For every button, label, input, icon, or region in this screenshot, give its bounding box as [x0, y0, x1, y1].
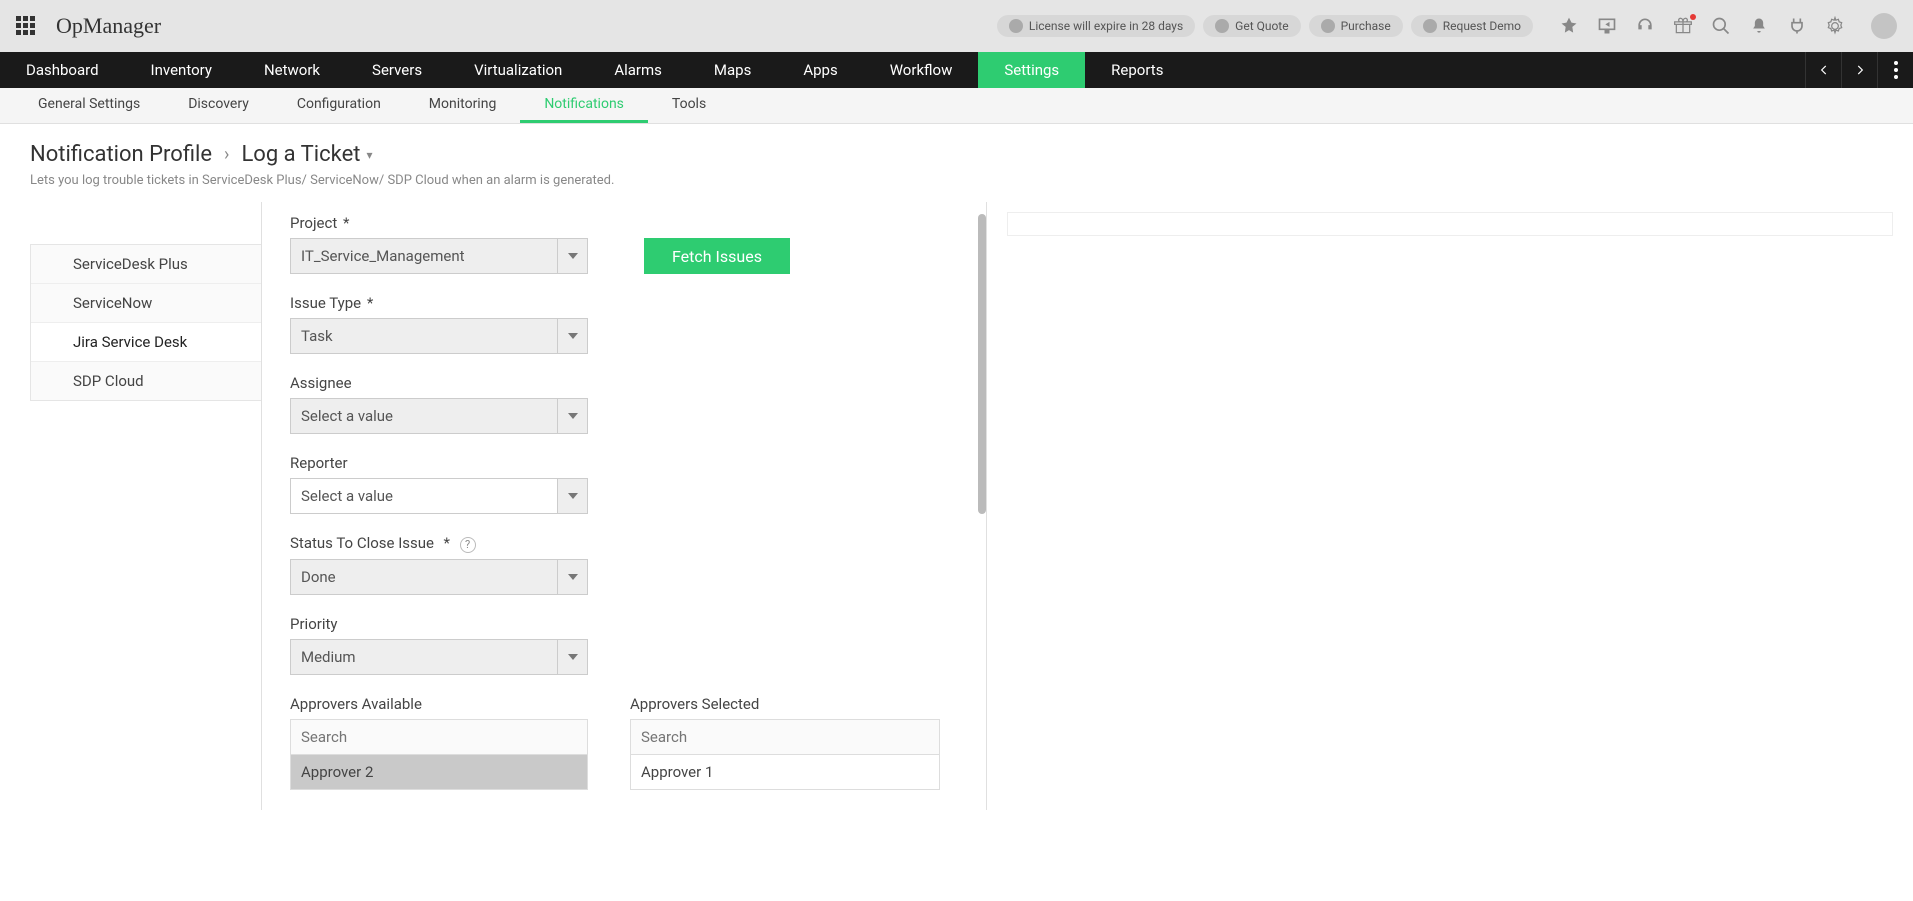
right-panel	[986, 202, 1913, 810]
assignee-select[interactable]: Select a value	[290, 398, 588, 434]
dollar-icon	[1215, 19, 1229, 33]
cart-icon	[1321, 19, 1335, 33]
quote-pill[interactable]: Get Quote	[1203, 15, 1300, 37]
approvers-avail-label: Approvers Available	[290, 695, 588, 713]
license-pill[interactable]: License will expire in 28 days	[997, 15, 1195, 37]
headset-icon[interactable]	[1635, 16, 1655, 36]
play-icon	[1423, 19, 1437, 33]
subnav-configuration[interactable]: Configuration	[273, 88, 405, 123]
demo-pill[interactable]: Request Demo	[1411, 15, 1533, 37]
approvers-avail-search[interactable]	[290, 719, 588, 755]
chevron-down-icon[interactable]	[557, 319, 587, 353]
help-icon[interactable]: ?	[460, 537, 476, 553]
priority-select[interactable]: Medium	[290, 639, 588, 675]
fetch-issues-button[interactable]: Fetch Issues	[644, 238, 790, 274]
assignee-value: Select a value	[291, 399, 557, 433]
demo-text: Request Demo	[1443, 19, 1521, 33]
license-text: License will expire in 28 days	[1029, 19, 1183, 33]
issue-type-value: Task	[291, 319, 557, 353]
scrollbar[interactable]	[978, 214, 986, 514]
search-icon[interactable]	[1711, 16, 1731, 36]
quote-text: Get Quote	[1235, 19, 1288, 33]
reporter-value: Select a value	[291, 479, 557, 513]
user-avatar[interactable]	[1871, 13, 1897, 39]
right-panel-placeholder	[1007, 212, 1893, 236]
subnav-monitoring[interactable]: Monitoring	[405, 88, 521, 123]
nav-alarms[interactable]: Alarms	[588, 52, 688, 88]
main-nav: DashboardInventoryNetworkServersVirtuali…	[0, 52, 1913, 88]
purchase-text: Purchase	[1341, 19, 1391, 33]
nav-virtualization[interactable]: Virtualization	[448, 52, 588, 88]
subnav-notifications[interactable]: Notifications	[520, 88, 648, 123]
nav-next-icon[interactable]	[1841, 52, 1877, 88]
chevron-right-icon: ›	[224, 144, 229, 165]
subnav-tools[interactable]: Tools	[648, 88, 730, 123]
breadcrumb-current: Log a Ticket	[241, 142, 360, 167]
subnav-general-settings[interactable]: General Settings	[14, 88, 164, 123]
more-menu-icon[interactable]	[1877, 52, 1913, 88]
reporter-select[interactable]: Select a value	[290, 478, 588, 514]
issue-type-label: Issue Type *	[290, 294, 954, 312]
subnav-discovery[interactable]: Discovery	[164, 88, 273, 123]
page-header: Notification Profile › Log a Ticket ▾ Le…	[0, 124, 1913, 198]
approvers-sel-search[interactable]	[630, 719, 940, 755]
reporter-label: Reporter	[290, 454, 954, 472]
vtab-servicedesk-plus[interactable]: ServiceDesk Plus	[31, 245, 261, 284]
monitor-icon[interactable]	[1597, 16, 1617, 36]
project-value: IT_Service_Management	[291, 239, 557, 273]
breadcrumb: Notification Profile › Log a Ticket ▾	[30, 142, 1883, 167]
badge-icon	[1009, 19, 1023, 33]
project-label: Project *	[290, 214, 588, 232]
nav-maps[interactable]: Maps	[688, 52, 777, 88]
breadcrumb-dropdown-icon[interactable]: ▾	[366, 148, 372, 162]
chevron-down-icon[interactable]	[557, 560, 587, 594]
apps-grid-icon[interactable]	[16, 16, 36, 36]
status-close-value: Done	[291, 560, 557, 594]
gift-icon[interactable]	[1673, 16, 1693, 36]
vtab-sdp-cloud[interactable]: SDP Cloud	[31, 362, 261, 400]
breadcrumb-parent[interactable]: Notification Profile	[30, 142, 212, 167]
chevron-down-icon[interactable]	[557, 239, 587, 273]
chevron-down-icon[interactable]	[557, 640, 587, 674]
nav-inventory[interactable]: Inventory	[125, 52, 238, 88]
nav-workflow[interactable]: Workflow	[864, 52, 979, 88]
brand-title: OpManager	[56, 13, 161, 39]
status-close-select[interactable]: Done	[290, 559, 588, 595]
topbar: OpManager License will expire in 28 days…	[0, 0, 1913, 52]
project-select[interactable]: IT_Service_Management	[290, 238, 588, 274]
vtab-servicenow[interactable]: ServiceNow	[31, 284, 261, 323]
sub-nav: General SettingsDiscoveryConfigurationMo…	[0, 88, 1913, 124]
nav-prev-icon[interactable]	[1805, 52, 1841, 88]
priority-label: Priority	[290, 615, 954, 633]
chevron-down-icon[interactable]	[557, 399, 587, 433]
chevron-down-icon[interactable]	[557, 479, 587, 513]
notification-dot	[1690, 14, 1696, 20]
approvers-sel-list: Approver 1	[630, 755, 940, 790]
bell-icon[interactable]	[1749, 16, 1769, 36]
assignee-label: Assignee	[290, 374, 954, 392]
page-description: Lets you log trouble tickets in ServiceD…	[30, 173, 1883, 188]
rocket-icon[interactable]	[1559, 16, 1579, 36]
list-item[interactable]: Approver 1	[631, 755, 939, 789]
approvers-avail-list: Approver 2	[290, 755, 588, 790]
nav-network[interactable]: Network	[238, 52, 346, 88]
nav-reports[interactable]: Reports	[1085, 52, 1189, 88]
nav-dashboard[interactable]: Dashboard	[0, 52, 125, 88]
vtab-jira-service-desk[interactable]: Jira Service Desk	[31, 323, 261, 362]
nav-settings[interactable]: Settings	[978, 52, 1085, 88]
gear-icon[interactable]	[1825, 16, 1845, 36]
plug-icon[interactable]	[1787, 16, 1807, 36]
left-sidebar: ServiceDesk PlusServiceNowJira Service D…	[30, 202, 262, 810]
status-close-label: Status To Close Issue * ?	[290, 534, 954, 553]
approvers-sel-label: Approvers Selected	[630, 695, 940, 713]
issue-type-select[interactable]: Task	[290, 318, 588, 354]
purchase-pill[interactable]: Purchase	[1309, 15, 1403, 37]
form-panel: Project * IT_Service_Management Fetch Is…	[262, 202, 982, 810]
nav-servers[interactable]: Servers	[346, 52, 448, 88]
priority-value: Medium	[291, 640, 557, 674]
list-item[interactable]: Approver 2	[291, 755, 587, 789]
nav-apps[interactable]: Apps	[777, 52, 863, 88]
